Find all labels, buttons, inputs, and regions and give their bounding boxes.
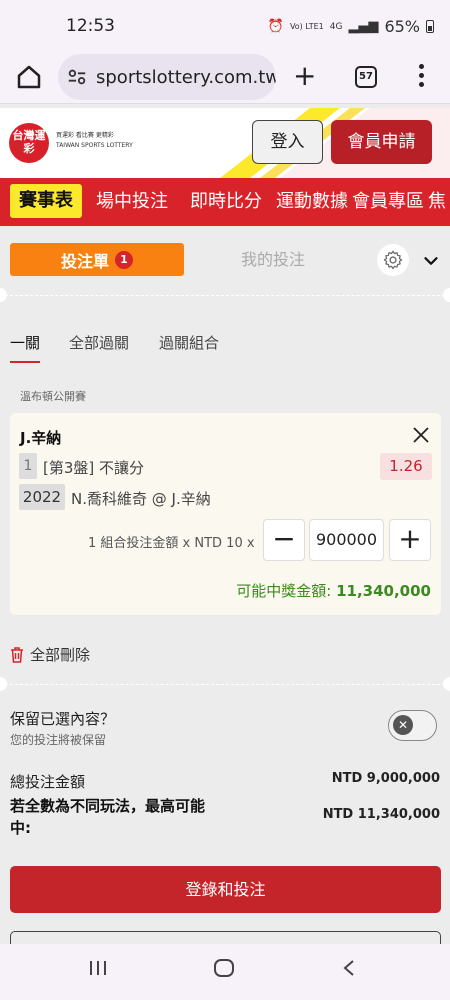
max-win-value: NTD 11,340,000: [322, 807, 440, 822]
game-code: 2022: [19, 484, 65, 510]
total-stake-value: NTD 9,000,000: [331, 771, 440, 786]
notch-left: [0, 677, 7, 691]
battery-percent: 65%: [384, 17, 420, 36]
betslip-tab-label: 投注單: [60, 251, 109, 271]
login-and-bet-button[interactable]: 登錄和投注: [10, 866, 441, 913]
logo[interactable]: 台灣運彩: [9, 123, 49, 163]
tab-parlay-combo[interactable]: 過關組合: [159, 332, 219, 353]
league-name: 溫布頓公開賽: [20, 390, 86, 403]
nav-item-live-betting[interactable]: 場中投注: [96, 178, 168, 226]
notch-left: [0, 288, 7, 302]
selection-market: [第3盤] 不讓分: [43, 459, 145, 477]
total-stake-label: 總投注金額: [10, 773, 86, 791]
main-nav: 賽事表 場中投注 即時比分 運動數據 會員專區 焦: [0, 178, 450, 226]
keep-selection-subtitle: 您的投注將被保留: [10, 733, 107, 747]
divider: [0, 684, 450, 685]
increase-stake-button[interactable]: +: [389, 519, 431, 561]
gear-icon[interactable]: [377, 244, 409, 276]
tab-switcher[interactable]: 57: [355, 66, 377, 88]
stake-label: 1 組合投注金額 x NTD 10 x: [88, 536, 255, 551]
browser-toolbar: sportslottery.com.tw + 57: [0, 52, 450, 104]
chevron-down-icon[interactable]: [420, 250, 442, 272]
nav-item-schedule[interactable]: 賽事表: [10, 184, 82, 218]
battery-icon: [426, 20, 434, 33]
max-win-label: 若全數為不同玩法，最高可能中:: [10, 797, 206, 837]
tab-my-bets[interactable]: 我的投注: [200, 243, 346, 276]
back-icon[interactable]: [341, 958, 357, 978]
keep-selection-toggle[interactable]: ✕: [388, 710, 437, 741]
status-bar: 12:53 ⏰ Vo) LTE1 4G ▂▄▆ 65%: [0, 0, 450, 52]
stake-input[interactable]: 900000: [309, 519, 384, 561]
betslip-count-badge: 1: [115, 250, 133, 269]
url-text: sportslottery.com.tw: [96, 66, 276, 88]
network-type: 4G: [329, 21, 343, 32]
volte-indicator: Vo) LTE1: [289, 22, 324, 31]
more-menu-icon[interactable]: [419, 64, 425, 91]
tab-single[interactable]: 一關: [10, 332, 41, 363]
system-nav-bar: [0, 944, 450, 1000]
status-icons: ⏰ Vo) LTE1 4G ▂▄▆ 65%: [268, 17, 434, 36]
notch-right: [443, 677, 450, 691]
logo-english: TAIWAN SPORTS LOTTERY: [56, 142, 133, 149]
divider: [0, 295, 450, 296]
login-button[interactable]: 登入: [252, 120, 323, 164]
nav-item-more[interactable]: 焦: [428, 178, 446, 226]
toggle-off-icon: ✕: [393, 715, 413, 735]
decrease-stake-button[interactable]: −: [263, 519, 305, 561]
site-settings-icon[interactable]: [66, 66, 88, 88]
bet-selection-card: J.辛納 1 [第3盤] 不讓分 1.26 2022 N.喬科維奇 @ J.辛納…: [10, 413, 441, 615]
home-button-icon[interactable]: [213, 958, 235, 978]
selection-player: J.辛納: [20, 429, 62, 447]
alarm-icon: ⏰: [267, 19, 284, 34]
delete-all-label: 全部刪除: [30, 646, 91, 664]
potential-win-label: 可能中獎金額:: [236, 582, 332, 600]
tab-all-parlay[interactable]: 全部過關: [69, 332, 129, 353]
register-button[interactable]: 會員申請: [331, 120, 432, 164]
betslip-panel: 投注單 1 我的投注 一關 全部過關 過關組合 溫布頓公開賽 J.辛納 1 [第…: [0, 232, 450, 961]
logo-tagline: 買運彩 看比賽 更精彩: [56, 132, 114, 139]
site-header: 台灣運彩 買運彩 看比賽 更精彩 TAIWAN SPORTS LOTTERY 登…: [0, 108, 450, 178]
potential-win-value: 11,340,000: [336, 582, 431, 600]
keep-selection-title: 保留已選內容？: [10, 710, 116, 728]
logo-caption: 買運彩 看比賽 更精彩 TAIWAN SPORTS LOTTERY: [56, 131, 133, 151]
nav-item-stats[interactable]: 運動數據: [276, 178, 348, 226]
nav-item-live-scores[interactable]: 即時比分: [190, 178, 262, 226]
home-icon[interactable]: [14, 62, 44, 92]
signal-icon: ▂▄▆: [348, 19, 379, 34]
match-name: N.喬科維奇 @ J.辛納: [71, 490, 211, 508]
delete-all-button[interactable]: 全部刪除: [10, 644, 90, 665]
trash-icon: [11, 646, 23, 663]
nav-item-member[interactable]: 會員專區: [352, 178, 424, 226]
close-icon[interactable]: [411, 425, 431, 445]
address-bar[interactable]: sportslottery.com.tw: [58, 54, 276, 100]
new-tab-icon[interactable]: +: [293, 61, 316, 91]
potential-win: 可能中獎金額: 11,340,000: [236, 580, 431, 601]
notch-right: [443, 288, 450, 302]
leg-number: 1: [19, 453, 37, 479]
recent-apps-icon[interactable]: [88, 958, 108, 978]
status-time: 12:53: [66, 16, 115, 36]
tab-betslip[interactable]: 投注單 1: [10, 243, 184, 276]
selection-odds: 1.26: [380, 453, 432, 480]
